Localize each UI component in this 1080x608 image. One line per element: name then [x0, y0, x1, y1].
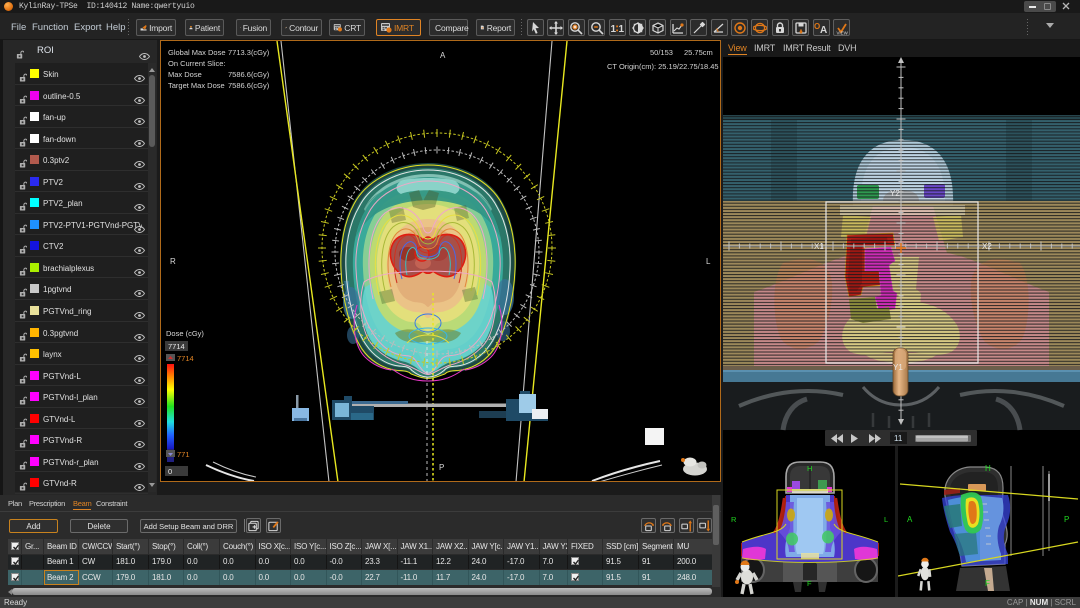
svg-text:Y2: Y2: [890, 189, 900, 198]
svg-text:0: 0: [168, 467, 172, 476]
svg-text:A: A: [820, 25, 827, 35]
svg-text:11: 11: [894, 434, 903, 443]
svg-text:H: H: [985, 464, 991, 473]
svg-text:7714: 7714: [168, 342, 185, 351]
svg-text:P: P: [1064, 515, 1069, 524]
svg-text:7586.6(cGy): 7586.6(cGy): [228, 81, 270, 90]
svg-text:7714: 7714: [177, 354, 194, 363]
svg-text:Target Max Dose: Target Max Dose: [168, 81, 225, 90]
svg-text:X2: X2: [982, 242, 992, 251]
svg-text:Global Max Dose: Global Max Dose: [168, 48, 226, 57]
svg-text:On Current Slice:: On Current Slice:: [168, 59, 226, 68]
svg-text:Dose (cGy): Dose (cGy): [166, 329, 204, 338]
svg-text:R: R: [731, 515, 737, 524]
svg-text:50/153: 50/153: [650, 48, 673, 57]
svg-text:A: A: [440, 51, 446, 60]
svg-text:A: A: [907, 515, 913, 524]
svg-text:L: L: [706, 257, 711, 266]
svg-text:771: 771: [177, 450, 190, 459]
svg-text:F: F: [807, 579, 812, 588]
svg-text:1: 1: [619, 24, 625, 35]
svg-text:1: 1: [611, 24, 617, 35]
svg-text:VIEW: VIEW: [836, 30, 848, 35]
svg-text:P: P: [439, 463, 444, 472]
svg-text:H: H: [807, 464, 812, 473]
svg-text:Y1: Y1: [893, 363, 903, 372]
svg-text:7586.6(cGy): 7586.6(cGy): [228, 70, 270, 79]
svg-text:7713.3(cGy): 7713.3(cGy): [228, 48, 270, 57]
svg-text:Max Dose: Max Dose: [168, 70, 202, 79]
svg-text:R: R: [170, 257, 176, 266]
svg-text:CT Origin(cm): 25.19/22.75/18.: CT Origin(cm): 25.19/22.75/18.45: [607, 62, 719, 71]
svg-text:F: F: [985, 579, 990, 588]
svg-text:25.75cm: 25.75cm: [684, 48, 713, 57]
svg-text:X1: X1: [814, 242, 824, 251]
svg-text:L: L: [884, 515, 888, 524]
